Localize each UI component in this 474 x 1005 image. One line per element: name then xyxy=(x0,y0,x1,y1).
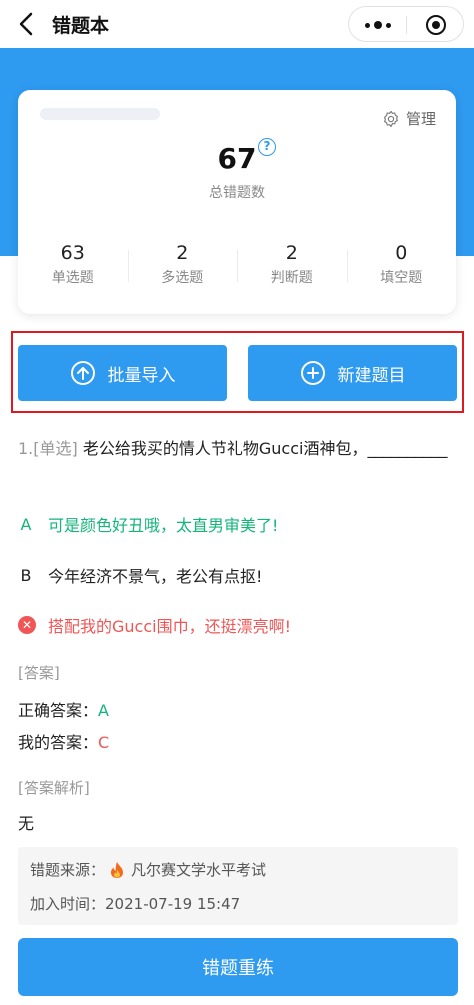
nav-bar: 错题本 xyxy=(0,0,474,48)
stat-multi-choice[interactable]: 2 多选题 xyxy=(127,240,238,294)
batch-import-button[interactable]: 批量导入 xyxy=(18,345,227,401)
total-wrong-count: 67 xyxy=(217,142,257,175)
source-info: 错题来源： 凡尔赛文学水平考试 加入时间： 2021-07-19 15:47 xyxy=(18,847,458,925)
more-dots-icon xyxy=(364,22,370,28)
help-icon[interactable]: ? xyxy=(258,138,276,156)
chevron-left-icon xyxy=(19,12,33,36)
answer-section-label: [答案] xyxy=(18,664,60,682)
question-text: 1.[单选] 老公给我买的情人节礼物Gucci酒神包，__________ xyxy=(18,434,458,464)
analysis-text: 无 xyxy=(18,814,35,833)
upload-circle-icon xyxy=(70,361,95,385)
stats-card: 管理 67 ? 总错题数 63 单选题 2 多选题 2 判断题 0 填空题 xyxy=(18,90,456,314)
manage-label: 管理 xyxy=(405,110,436,128)
time-line: 加入时间： 2021-07-19 15:47 xyxy=(30,894,241,914)
page-title: 错题本 xyxy=(52,15,110,37)
action-buttons-highlight: 批量导入 新建题目 xyxy=(11,331,464,413)
blurred-username xyxy=(40,108,160,120)
source-line: 错题来源： 凡尔赛文学水平考试 xyxy=(30,861,267,879)
option-c[interactable]: ✕ 搭配我的Gucci围巾，还挺漂亮啊! xyxy=(18,613,291,637)
stat-row: 63 单选题 2 多选题 2 判断题 0 填空题 xyxy=(18,240,456,294)
back-button[interactable] xyxy=(14,10,40,38)
stat-fill-blank[interactable]: 0 填空题 xyxy=(346,240,457,294)
more-button[interactable] xyxy=(349,7,406,43)
flame-icon xyxy=(111,861,124,878)
correct-answer: 正确答案：A xyxy=(18,701,109,720)
option-b[interactable]: B 今年经济不景气，老公有点抠! xyxy=(18,563,263,587)
mini-program-capsule xyxy=(348,6,464,42)
question-body: 老公给我买的情人节礼物Gucci酒神包，__________ xyxy=(82,439,448,458)
manage-button[interactable]: 管理 xyxy=(382,108,436,129)
analysis-section-label: [答案解析] xyxy=(18,779,90,797)
stat-single-choice[interactable]: 63 单选题 xyxy=(18,240,128,294)
new-question-button[interactable]: 新建题目 xyxy=(248,345,457,401)
close-mini-program-button[interactable] xyxy=(407,7,464,43)
plus-circle-icon xyxy=(300,361,325,385)
gear-icon xyxy=(384,110,398,127)
my-answer: 我的答案：C xyxy=(18,733,110,752)
total-wrong-label: 总错题数 xyxy=(209,185,265,201)
target-circle-icon xyxy=(425,15,446,35)
option-a[interactable]: A 可是颜色好丑哦，太直男审美了! xyxy=(18,512,279,536)
question-number: 1.[单选] xyxy=(18,439,78,458)
retrain-button[interactable]: 错题重练 xyxy=(18,938,458,996)
stat-true-false[interactable]: 2 判断题 xyxy=(237,240,347,294)
wrong-x-icon: ✕ xyxy=(18,616,36,634)
